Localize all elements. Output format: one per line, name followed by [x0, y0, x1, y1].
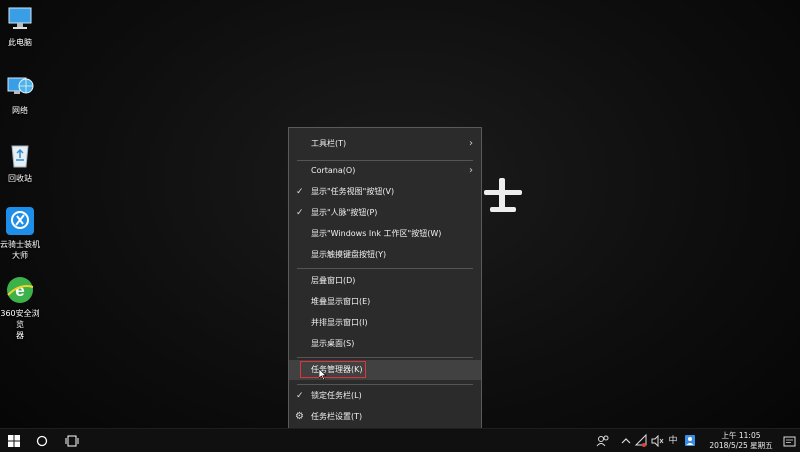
desktop-icon-label: 云骑士装机 大师: [0, 240, 40, 260]
menu-item-label: 锁定任务栏(L): [311, 391, 362, 400]
menu-item-label: Cortana(O): [311, 166, 356, 175]
menu-item-label: 层叠窗口(D): [311, 276, 356, 285]
system-clock[interactable]: 上午 11:05 2018/5/25 星期五: [706, 431, 776, 451]
menu-item-label: 显示桌面(S): [311, 339, 355, 348]
start-button[interactable]: [0, 429, 28, 452]
checkmark-icon: ✓: [296, 187, 304, 197]
menu-item-label: 并排显示窗口(I): [311, 318, 368, 327]
desktop-icon-label: 回收站: [8, 174, 32, 183]
desktop-icon-label: 360安全浏览 器: [0, 309, 40, 340]
menu-item-show-desktop[interactable]: 显示桌面(S): [289, 334, 481, 354]
desktop-icon-yunqishi[interactable]: 云骑士装机 大师: [0, 206, 40, 261]
mouse-cursor-icon: [318, 368, 327, 381]
menu-separator: [297, 268, 473, 269]
chevron-right-icon: ›: [469, 138, 473, 149]
network-disconnected-icon[interactable]: [634, 429, 648, 452]
ime-indicator[interactable]: 中: [666, 429, 680, 452]
checkmark-icon: ✓: [296, 208, 304, 218]
menu-item-taskbar-settings[interactable]: ⚙ 任务栏设置(T): [289, 407, 481, 427]
menu-item-lock-taskbar[interactable]: ✓ 锁定任务栏(L): [289, 386, 481, 406]
computer-icon: [5, 4, 35, 34]
user-account-icon[interactable]: [683, 429, 697, 452]
menu-item-show-touch-keyboard[interactable]: 显示触摸键盘按钮(Y): [289, 245, 481, 265]
cortana-circle-icon: [36, 435, 48, 447]
clock-date: 2018/5/25 星期五: [709, 441, 773, 450]
desktop-icon-recycle-bin[interactable]: 回收站: [0, 140, 40, 184]
task-view-button[interactable]: [58, 429, 86, 452]
menu-item-stack-windows[interactable]: 堆叠显示窗口(E): [289, 292, 481, 312]
recycle-bin-icon: [5, 140, 35, 170]
menu-separator: [297, 357, 473, 358]
menu-item-show-task-view[interactable]: ✓ 显示"任务视图"按钮(V): [289, 182, 481, 202]
people-icon[interactable]: [595, 429, 611, 452]
highlight-annotation-box: [300, 361, 366, 378]
taskbar-context-menu: 工具栏(T) › Cortana(O) › ✓ 显示"任务视图"按钮(V) ✓ …: [288, 127, 482, 434]
yunqishi-icon: [5, 206, 35, 236]
chevron-up-icon[interactable]: [620, 429, 632, 452]
network-icon: [5, 72, 35, 102]
desktop-icon-label: 此电脑: [8, 38, 32, 47]
menu-item-show-people[interactable]: ✓ 显示"人脉"按钮(P): [289, 203, 481, 223]
volume-muted-icon[interactable]: [650, 429, 664, 452]
menu-item-show-windows-ink[interactable]: 显示"Windows Ink 工作区"按钮(W): [289, 224, 481, 244]
menu-item-label: 显示触摸键盘按钮(Y): [311, 250, 387, 259]
desktop-icon-network[interactable]: 网络: [0, 72, 40, 116]
menu-item-label: 显示"Windows Ink 工作区"按钮(W): [311, 229, 442, 238]
menu-item-cascade-windows[interactable]: 层叠窗口(D): [289, 271, 481, 291]
taskbar[interactable]: 中 上午 11:05 2018/5/25 星期五: [0, 428, 800, 452]
menu-item-label: 工具栏(T): [311, 139, 347, 148]
menu-item-side-by-side[interactable]: 并排显示窗口(I): [289, 313, 481, 333]
wallpaper-glyph: [478, 176, 526, 216]
chevron-right-icon: ›: [469, 165, 473, 176]
menu-item-label: 任务栏设置(T): [311, 412, 363, 421]
svg-text:e: e: [15, 281, 24, 300]
checkmark-icon: ✓: [296, 391, 304, 401]
cortana-button[interactable]: [28, 429, 56, 452]
menu-item-toolbars[interactable]: 工具栏(T) ›: [289, 134, 481, 154]
menu-item-label: 堆叠显示窗口(E): [311, 297, 371, 306]
menu-item-label: 显示"人脉"按钮(P): [311, 208, 378, 217]
clock-time: 上午 11:05: [721, 431, 761, 440]
menu-item-label: 显示"任务视图"按钮(V): [311, 187, 395, 196]
menu-item-task-manager[interactable]: 任务管理器(K): [289, 360, 481, 381]
action-center-icon[interactable]: [783, 434, 796, 447]
desktop-icon-label: 网络: [12, 106, 28, 115]
menu-item-cortana[interactable]: Cortana(O) ›: [289, 161, 481, 181]
desktop-icon-360-browser[interactable]: e 360安全浏览 器: [0, 275, 40, 341]
gear-icon: ⚙: [295, 411, 304, 422]
task-view-icon: [65, 435, 79, 447]
windows-logo-icon: [8, 435, 20, 447]
360-browser-icon: e: [5, 275, 35, 305]
desktop: 此电脑 网络 回收站 云骑士装机 大师 e 360安全浏览 器 工具栏(T) ›…: [0, 0, 800, 434]
menu-separator: [297, 384, 473, 385]
desktop-icon-this-pc[interactable]: 此电脑: [0, 4, 40, 48]
